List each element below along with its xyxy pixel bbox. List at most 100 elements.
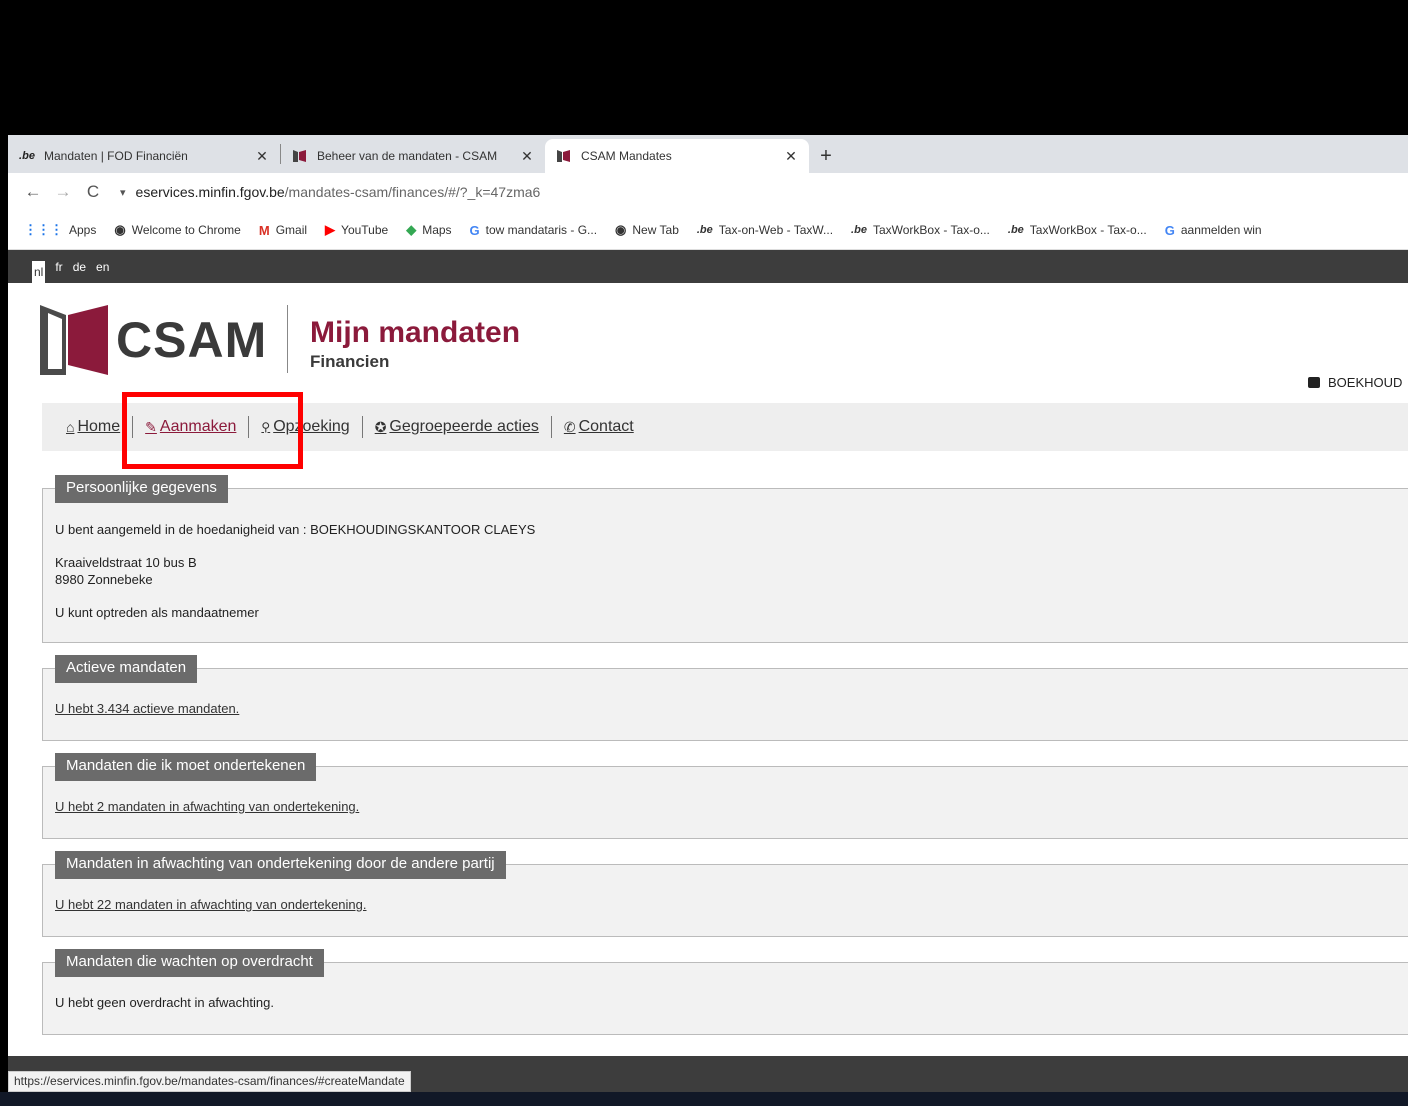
lang-en[interactable]: en [96,260,109,274]
section-to-sign: Mandaten die ik moet ondertekenen U hebt… [42,753,1408,839]
close-icon[interactable]: ✕ [783,148,799,165]
section-body: U hebt 3.434 actieve mandaten. [55,701,239,716]
status-bar-url: https://eservices.minfin.fgov.be/mandate… [8,1071,411,1092]
tab-title: Beheer van de mandaten - CSAM [317,149,498,163]
gmail-icon: M [258,222,270,238]
section-body: U hebt geen overdracht in afwachting. [55,995,274,1010]
nav-separator [361,416,363,438]
site-header: CSAM Mijn mandaten Financien [8,283,1408,403]
close-icon[interactable]: ✕ [519,148,535,165]
language-bar: nl fr de en [8,250,1408,283]
main-nav: ⌂ Home ✎ Aanmaken ⚲ Opzoeking ✪ Gegroepeerde… [42,403,1408,451]
bookmark-gmail[interactable]: M Gmail [259,223,307,238]
page-title: Mijn mandaten [310,316,521,349]
section-body: U hebt 2 mandaten in afwachting van onde… [55,799,359,814]
be-icon: .be [851,224,867,236]
address-bar: ← → C ▾ eservices.minfin.fgov.be /mandat… [8,173,1408,211]
bookmark-taxworkbox-1[interactable]: .be TaxWorkBox - Tax-o... [851,223,990,237]
chrome-icon: ◉ [114,222,126,237]
identity-text: U bent aangemeld in de hoedanigheid van … [55,522,536,537]
apps-grid-icon: ⋮⋮⋮ [24,222,63,237]
csam-favicon-icon [291,149,309,163]
nav-search[interactable]: ⚲ Opzoeking [261,418,349,436]
section-title: Mandaten in afwachting van ondertekening… [55,851,506,879]
bookmark-youtube[interactable]: ▶ YouTube [325,222,388,238]
csam-logo[interactable]: CSAM [40,305,267,375]
csam-favicon-icon [555,149,573,163]
bookmark-label: TaxWorkBox - Tax-o... [1029,223,1147,237]
bookmark-maps[interactable]: ◆ Maps [406,222,451,238]
bookmark-tow-mandataris[interactable]: Gtow mandataris - G... [470,223,598,238]
lang-nl[interactable]: nl [32,261,46,283]
bookmark-label: TaxWorkBox - Tax-o... [872,223,990,237]
bookmark-label: tow mandataris - G... [485,223,598,237]
nav-separator [550,416,552,438]
home-icon: ⌂ [66,419,75,435]
address-street: Kraaiveldstraat 10 bus B [55,555,197,570]
nav-grouped-actions[interactable]: ✪ Gegroepeerde acties [375,418,539,436]
active-mandates-link[interactable]: U hebt 3.434 actieve mandaten. [55,701,239,716]
youtube-icon: ▶ [325,222,336,237]
section-personal: Persoonlijke gegevens U bent aangemeld i… [42,475,1408,643]
section-body: U hebt 22 mandaten in afwachting van ond… [55,897,367,912]
pencil-icon: ✎ [145,418,157,435]
nav-contact[interactable]: ✆ Contact [564,418,634,436]
bookmark-label: New Tab [632,223,679,237]
nav-create[interactable]: ✎ Aanmaken [145,418,236,436]
lang-de[interactable]: de [73,260,86,274]
chevron-down-icon[interactable]: ▾ [120,186,126,199]
to-sign-link[interactable]: U hebt 2 mandaten in afwachting van onde… [55,799,359,814]
maps-icon: ◆ [406,222,417,237]
bookmark-tax-on-web[interactable]: .be Tax-on-Web - TaxW... [697,223,833,237]
header-divider [287,305,288,373]
chrome-icon: ◉ [615,222,627,237]
bookmark-welcome-chrome[interactable]: ◉ Welcome to Chrome [114,222,241,238]
nav-create-label: Aanmaken [159,418,237,435]
url-field[interactable]: ▾ eservices.minfin.fgov.be /mandates-csa… [120,184,540,200]
phone-icon: ✆ [563,418,576,435]
tab-beheer-mandaten[interactable]: Beheer van de mandaten - CSAM ✕ [281,139,545,173]
tab-strip: .be Mandaten | FOD Financiën ✕ Beheer va… [8,135,1408,173]
reload-icon[interactable]: C [78,182,108,202]
lang-fr[interactable]: fr [55,260,62,274]
be-icon: .be [1007,224,1024,236]
bookmark-label: Gmail [275,223,308,237]
bookmark-new-tab[interactable]: ◉ New Tab [615,222,679,238]
bookmark-label: Apps [69,223,97,237]
nav-home-label: Home [77,418,121,435]
bookmark-label: aanmelden win [1180,223,1262,237]
page-subtitle: Financien [310,352,390,371]
tab-mandaten-fod[interactable]: .be Mandaten | FOD Financiën ✕ [8,139,280,173]
section-active-mandates: Actieve mandaten U hebt 3.434 actieve ma… [42,655,1408,741]
forward-arrow-icon[interactable]: → [48,182,78,202]
close-icon[interactable]: ✕ [254,148,270,165]
nav-separator [248,416,250,438]
bookmark-aanmelden[interactable]: Gaanmelden win [1165,223,1262,238]
user-menu[interactable]: BOEKHOUD [1308,375,1402,390]
bookmark-taxworkbox-2[interactable]: .be TaxWorkBox - Tax-o... [1008,223,1147,237]
bookmark-apps[interactable]: ⋮⋮⋮ Apps [24,222,96,238]
tab-title: CSAM Mandates [581,149,672,163]
section-title: Actieve mandaten [55,655,198,683]
tab-title: Mandaten | FOD Financiën [44,149,188,163]
other-party-link[interactable]: U hebt 22 mandaten in afwachting van ond… [55,897,367,912]
user-icon [1308,377,1320,388]
web-page: nl fr de en CSAM Mijn mandaten Financien… [8,250,1408,1056]
nav-grouped-label: Gegroepeerde acties [389,418,539,435]
section-transfer: Mandaten die wachten op overdracht U heb… [42,949,1408,1035]
section-title: Persoonlijke gegevens [55,475,228,503]
user-name: BOEKHOUD [1328,375,1403,390]
bookmark-label: YouTube [341,223,389,237]
group-icon: ✪ [374,418,387,435]
nav-home[interactable]: ⌂ Home [66,418,120,436]
transfer-text: U hebt geen overdracht in afwachting. [55,995,274,1010]
address-city: 8980 Zonnebeke [55,572,153,587]
back-arrow-icon[interactable]: ← [18,182,48,202]
section-title: Mandaten die ik moet ondertekenen [55,753,317,781]
new-tab-button[interactable]: + [809,139,843,173]
tab-csam-mandates[interactable]: CSAM Mandates ✕ [545,139,809,173]
browser-chrome: .be Mandaten | FOD Financiën ✕ Beheer va… [8,135,1408,250]
google-icon: G [469,222,480,238]
logo-text: CSAM [116,312,268,368]
section-other-party: Mandaten in afwachting van ondertekening… [42,851,1408,937]
